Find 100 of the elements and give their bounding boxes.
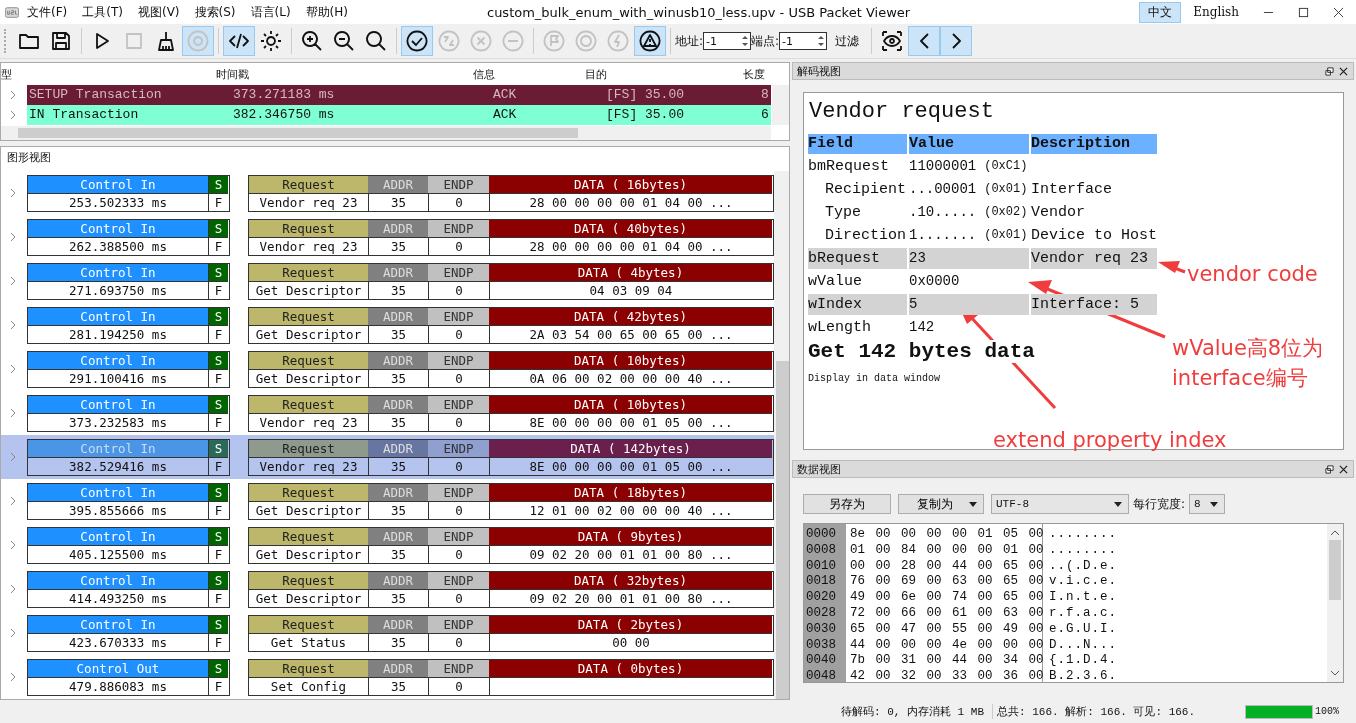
endpoint-spinbox[interactable]: -1 [779, 32, 828, 50]
hex-offset: 0010 [806, 557, 837, 574]
expand-icon[interactable] [9, 188, 17, 198]
field-header: ENDP [428, 571, 489, 589]
hex-offset: 0040 [806, 652, 837, 669]
toolbar-button[interactable] [940, 26, 973, 56]
table-cell-text: SETUP Transaction [29, 86, 162, 104]
vertical-scrollbar[interactable] [1327, 524, 1343, 682]
address-spinbox[interactable]: -1 [703, 32, 752, 50]
hex-hint: (0x01) [984, 181, 1028, 198]
copy-as-button[interactable]: 复制为 [898, 494, 984, 514]
scroll-down-icon[interactable] [1330, 670, 1340, 676]
transaction-row[interactable]: SETUP Transaction 373.271183 ms ACK [FS] 35.00 8 [27, 85, 771, 105]
field-header: ADDR [368, 263, 428, 281]
spin-arrows-icon[interactable] [742, 36, 749, 46]
field-header: DATA ( 10bytes) [489, 351, 772, 369]
encoding-dropdown[interactable]: UTF-8 [991, 494, 1129, 514]
field-header: Request [249, 219, 368, 237]
expand-icon[interactable] [9, 628, 17, 638]
toolbar-button[interactable] [634, 26, 666, 56]
transaction-row[interactable]: IN Transaction 382.346750 ms ACK [FS] 35.00 6 [27, 105, 771, 125]
maximize-icon[interactable] [1298, 6, 1309, 18]
float-icon[interactable] [1325, 464, 1334, 474]
expand-icon[interactable] [9, 364, 17, 374]
table-cell: Interface: 5 [1031, 296, 1140, 313]
save-as-button[interactable]: 另存为 [803, 494, 891, 514]
language-button[interactable]: 中文 [1139, 1, 1182, 23]
close-icon[interactable] [1339, 464, 1348, 474]
column-header: Description [1031, 134, 1157, 154]
progress-percent: 100% [1315, 706, 1340, 717]
packet-type: Control In [28, 395, 208, 413]
field-header: Request [249, 307, 368, 325]
expand-icon[interactable] [9, 672, 17, 682]
language-button[interactable]: English [1185, 4, 1247, 20]
filter-button[interactable]: 过滤 [827, 32, 868, 50]
expand-icon[interactable] [9, 496, 17, 506]
table-cell-text: Type [824, 203, 862, 223]
field-header: Request [249, 175, 368, 193]
table-cell-text: 1....... [909, 226, 977, 245]
row-width-label: 每行宽度: [1133, 495, 1186, 513]
toolbar-button[interactable] [908, 26, 941, 56]
menu-item[interactable]: 视图(V) [137, 3, 180, 21]
annotation-text: interface编号 [1172, 365, 1308, 392]
field-header: ADDR [368, 351, 428, 369]
hex-hint: (0xC1) [984, 158, 1028, 175]
table-cell-text: ...00001 [909, 180, 977, 199]
expand-icon[interactable] [9, 584, 17, 594]
hex-bytes: 00 00 28 00 44 00 65 00 [850, 557, 1042, 574]
selected-row[interactable]: Control In S 382.529416 ms F Request ADDR ENDP DATA ( 142bytes) Vendor req 23 35 0 8E 00 00 00 00 01 05 00 ... [1, 435, 774, 479]
menu-item[interactable]: 文件(F) [27, 3, 68, 21]
hex-offset: 0018 [806, 573, 837, 590]
expand-icon[interactable] [9, 276, 17, 286]
field-header: DATA ( 40bytes) [489, 219, 772, 237]
decode-heading: Vendor request [809, 99, 995, 124]
vertical-scrollbar[interactable] [772, 85, 789, 125]
table-cell: Interface [1031, 181, 1112, 198]
field-header: ENDP [428, 483, 489, 501]
row-width-dropdown[interactable]: 8 [1189, 494, 1226, 514]
scroll-up-icon[interactable] [1330, 530, 1340, 536]
spin-arrows-icon[interactable] [818, 36, 825, 46]
menu-item[interactable]: 工具(T) [82, 3, 123, 21]
field-header: ENDP [428, 263, 489, 281]
expand-icon[interactable] [9, 408, 17, 418]
hex-hint: (0x02) [984, 204, 1028, 221]
field-header: ENDP [428, 527, 489, 545]
field-header: ADDR [368, 307, 428, 325]
menu-item[interactable]: 语言(L) [250, 3, 291, 21]
vertical-scrollbar[interactable] [774, 171, 789, 699]
address-label: 地址: [675, 32, 704, 50]
hex-bytes: 7b 00 31 00 44 00 34 00 [850, 652, 1042, 669]
expand-icon[interactable] [9, 452, 17, 462]
hex-bytes: 01 00 84 00 00 00 01 00 [850, 541, 1042, 558]
field-header: ENDP [428, 175, 489, 193]
window-title: custom_bulk_enum_with_winusb10_less.upv - USB Packet Viewer [487, 4, 912, 20]
packet-type: Control In [28, 351, 208, 369]
arrow-annotation [1158, 261, 1186, 274]
expand-icon[interactable] [9, 320, 17, 330]
toolbar-button[interactable] [223, 26, 255, 56]
hex-offset: 0038 [806, 636, 837, 653]
toolbar-button[interactable] [401, 26, 433, 56]
panel-title: 图形视图 [6, 150, 52, 166]
packet-flag: S [208, 395, 228, 413]
table-cell-text: [FS] 35.00 [606, 86, 684, 104]
menu-item[interactable]: 搜索(S) [194, 3, 236, 21]
hex-bytes: 65 00 47 00 55 00 49 00 [850, 620, 1042, 637]
expand-icon[interactable] [9, 232, 17, 242]
float-icon[interactable] [1325, 66, 1334, 76]
search-icon [364, 29, 388, 53]
field-header: ENDP [428, 307, 489, 325]
close-icon[interactable] [1339, 66, 1348, 76]
horizontal-scrollbar[interactable] [1, 126, 771, 140]
table-cell: Vendor req 23 [1031, 250, 1149, 267]
panel-title: 解码视图 [797, 63, 842, 79]
table-cell: Device to Host [1031, 227, 1158, 244]
menu-item[interactable]: 帮助(H) [305, 3, 348, 21]
close-icon[interactable] [1333, 6, 1344, 18]
field-header: ENDP [428, 615, 489, 633]
column-header: 长度 [743, 66, 765, 82]
table-cell-text: ACK [493, 106, 517, 124]
expand-icon[interactable] [9, 540, 17, 550]
